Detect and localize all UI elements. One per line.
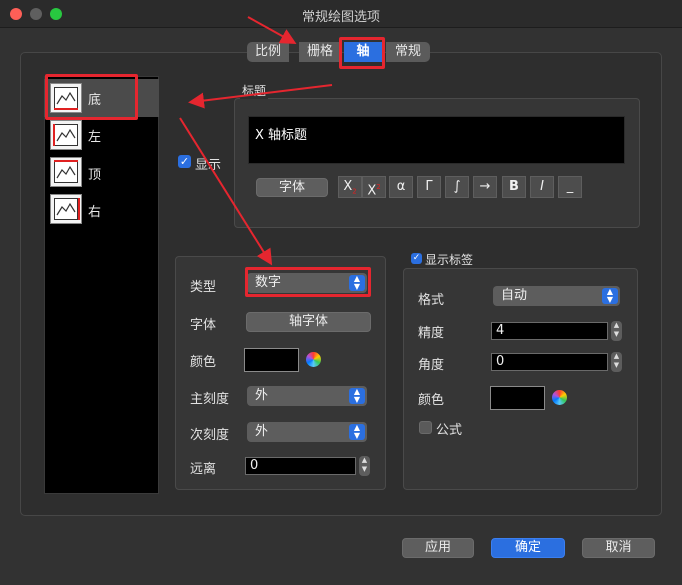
annotation-arrows: [179, 16, 333, 266]
